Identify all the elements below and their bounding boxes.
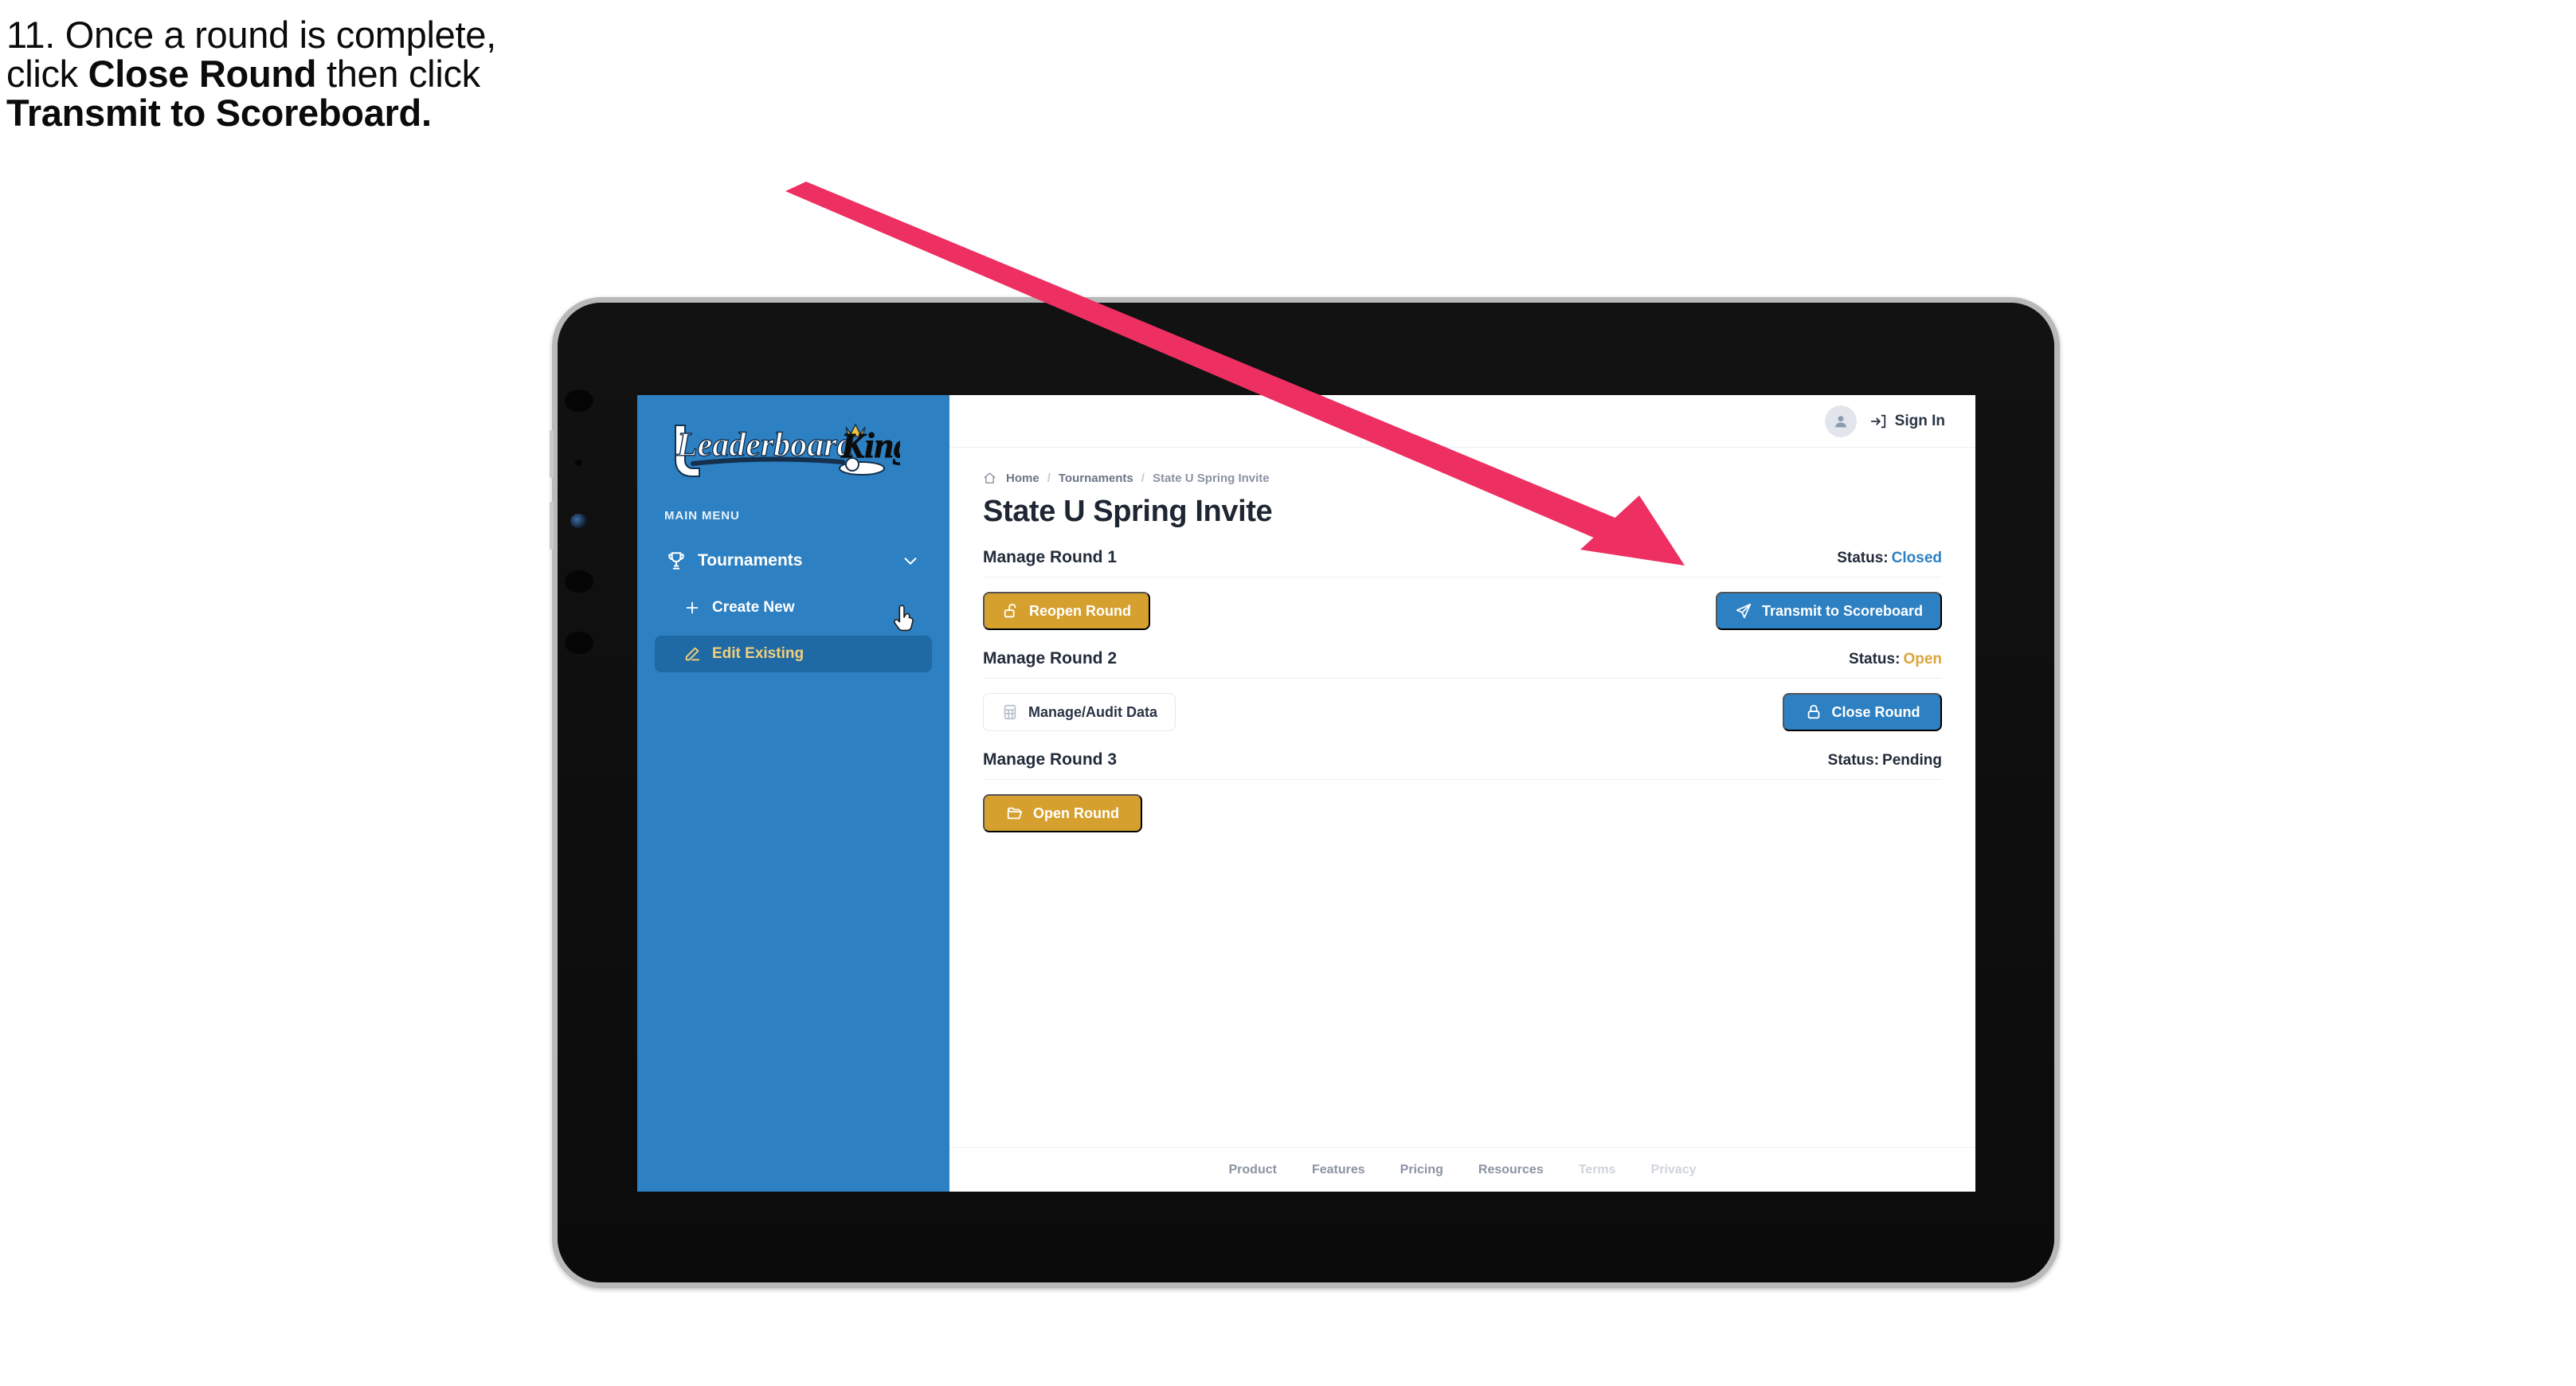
reopen-round-label: Reopen Round (1029, 602, 1131, 619)
bezel-sensor-3 (565, 570, 593, 593)
top-bar: Sign In (949, 395, 1975, 448)
footer-link-privacy[interactable]: Privacy (1651, 1163, 1697, 1177)
round-3-status-value: Pending (1882, 752, 1942, 769)
open-round-button[interactable]: Open Round (983, 794, 1142, 832)
round-1-status: Status: Closed (1837, 550, 1942, 567)
breadcrumb-item-tournaments[interactable]: Tournaments (1059, 472, 1133, 485)
round-3-header: Manage Round 3 Status: Pending (983, 750, 1942, 780)
caption-transmit-bold: Transmit to Scoreboard. (6, 91, 432, 134)
folder-open-icon (1006, 805, 1024, 822)
sign-in-icon (1869, 413, 1887, 430)
caption-line-2-pre: click (6, 52, 88, 95)
round-block-2: Manage Round 2 Status: Open Manage/Audit… (983, 649, 1942, 731)
bezel-sensor-2 (575, 460, 582, 466)
footer-link-pricing[interactable]: Pricing (1400, 1163, 1443, 1177)
round-block-1: Manage Round 1 Status: Closed Reopen Rou… (983, 548, 1942, 630)
caption-line-2-post: then click (316, 52, 480, 95)
send-icon (1735, 602, 1752, 620)
caption-line-1: 11. Once a round is complete, (6, 14, 496, 56)
chevron-down-icon[interactable] (902, 552, 919, 570)
transmit-to-scoreboard-label: Transmit to Scoreboard (1761, 602, 1923, 619)
transmit-to-scoreboard-button[interactable]: Transmit to Scoreboard (1715, 592, 1942, 630)
round-3-status: Status: Pending (1828, 752, 1942, 769)
edit-square-icon (683, 645, 701, 663)
user-avatar-icon[interactable] (1824, 405, 1857, 437)
caption-line-3: Transmit to Scoreboard. (6, 91, 867, 134)
sidebar-item-create-new-label: Create New (712, 599, 795, 616)
round-block-3: Manage Round 3 Status: Pending Open Roun… (983, 750, 1942, 832)
round-3-status-label: Status: (1827, 752, 1880, 769)
caption-close-round-bold: Close Round (88, 52, 317, 95)
home-icon[interactable] (983, 472, 996, 485)
sidebar-item-edit-existing[interactable]: Edit Existing (655, 636, 932, 672)
footer-link-product[interactable]: Product (1229, 1163, 1277, 1177)
manage-audit-data-label: Manage/Audit Data (1028, 703, 1158, 720)
app-logo[interactable]: Leaderboard King (637, 395, 949, 483)
round-2-header: Manage Round 2 Status: Open (983, 649, 1942, 679)
round-2-title: Manage Round 2 (983, 649, 1118, 668)
bezel-sensor-4 (565, 632, 593, 654)
sign-in-button[interactable]: Sign In (1869, 413, 1945, 430)
close-round-label: Close Round (1831, 703, 1920, 720)
footer-link-terms[interactable]: Terms (1579, 1163, 1616, 1177)
close-round-button[interactable]: Close Round (1783, 693, 1942, 731)
open-round-label: Open Round (1033, 805, 1119, 821)
round-2-actions: Manage/Audit Data Close Round (983, 693, 1942, 731)
round-2-status: Status: Open (1849, 651, 1942, 668)
tablet-side-button-down (550, 502, 554, 550)
breadcrumb-separator-2: / (1141, 472, 1145, 485)
footer-link-resources[interactable]: Resources (1478, 1163, 1544, 1177)
unlock-icon (1002, 602, 1020, 620)
breadcrumb-item-current: State U Spring Invite (1152, 472, 1270, 485)
mouse-cursor-pointer (891, 604, 918, 634)
round-3-title: Manage Round 3 (983, 750, 1118, 769)
caption-line-2: click Close Round then click (6, 52, 867, 95)
round-2-status-label: Status: (1849, 651, 1901, 668)
sidebar-item-tournaments[interactable]: Tournaments (655, 542, 932, 580)
bezel-sensor-1 (565, 390, 593, 412)
trophy-icon (666, 550, 687, 571)
round-1-header: Manage Round 1 Status: Closed (983, 548, 1942, 578)
main-content: Sign In Home / Tournaments / State U Spr… (949, 395, 1975, 1192)
round-2-status-value: Open (1903, 651, 1942, 668)
round-1-actions: Reopen Round Transmit to Scoreboard (983, 592, 1942, 630)
sidebar-item-edit-existing-label: Edit Existing (712, 645, 805, 662)
breadcrumb-item-home[interactable]: Home (1006, 472, 1039, 485)
tablet-side-button-up (550, 430, 554, 478)
content-body: Home / Tournaments / State U Spring Invi… (949, 448, 1975, 832)
lock-icon (1805, 703, 1822, 721)
breadcrumb-separator-1: / (1047, 472, 1051, 485)
footer-link-features[interactable]: Features (1312, 1163, 1365, 1177)
sidebar-item-tournaments-label: Tournaments (698, 551, 803, 570)
breadcrumb: Home / Tournaments / State U Spring Invi… (983, 472, 1942, 485)
round-1-status-value: Closed (1891, 550, 1942, 566)
tablet-device-frame: Leaderboard King MAIN MENU (550, 297, 2060, 1288)
sign-in-label: Sign In (1894, 412, 1945, 429)
app-screen: Leaderboard King MAIN MENU (637, 395, 1975, 1192)
sidebar: Leaderboard King MAIN MENU (637, 395, 949, 1192)
footer-nav: Product Features Pricing Resources Terms… (949, 1147, 1975, 1192)
reopen-round-button[interactable]: Reopen Round (983, 592, 1150, 630)
sidebar-section-label: MAIN MENU (664, 509, 740, 523)
leaderboard-king-logo-icon: Leaderboard King (675, 423, 900, 477)
table-grid-icon (1001, 703, 1019, 721)
manage-audit-data-button[interactable]: Manage/Audit Data (983, 693, 1176, 731)
instruction-caption: 11. Once a round is complete, click Clos… (6, 14, 867, 134)
round-1-status-label: Status: (1837, 550, 1889, 566)
round-1-title: Manage Round 1 (983, 548, 1118, 566)
round-3-actions: Open Round (983, 794, 1942, 832)
plus-icon (683, 599, 701, 617)
bezel-camera (570, 514, 587, 528)
page-title: State U Spring Invite (983, 495, 1273, 528)
screenshot-root: 11. Once a round is complete, click Clos… (0, 0, 2576, 1386)
